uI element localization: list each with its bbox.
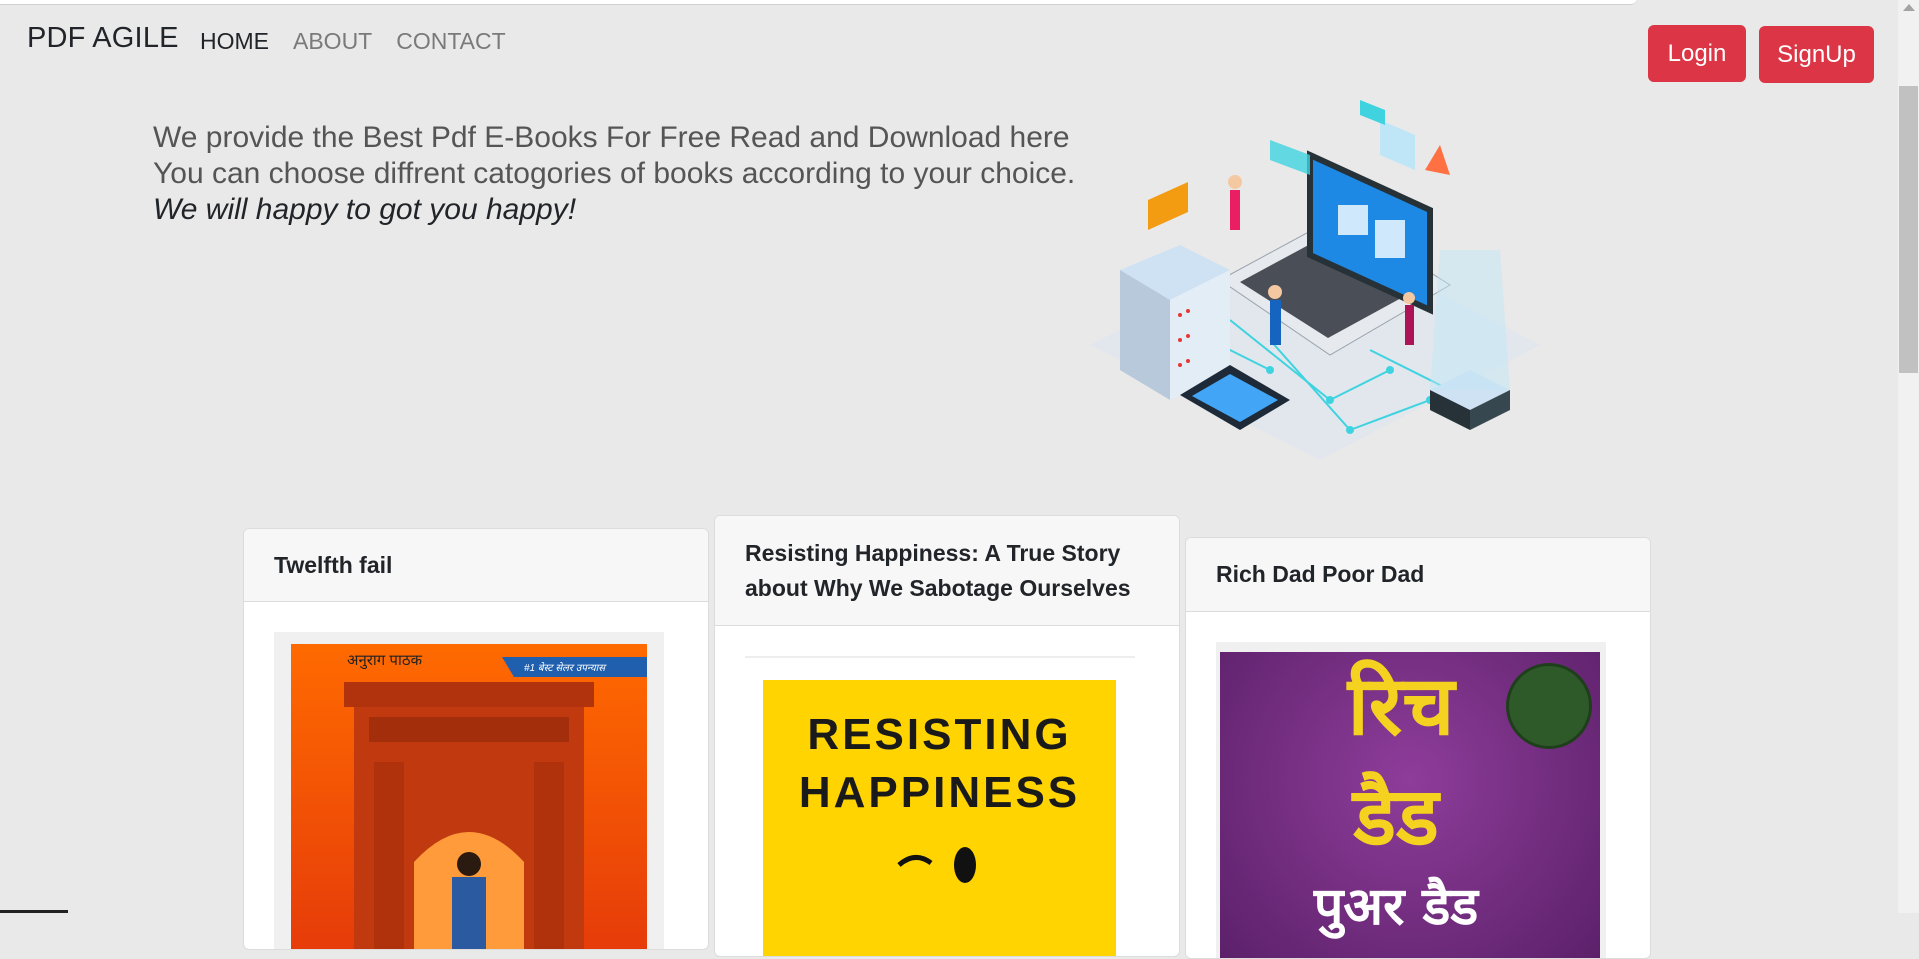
cover-line-3: पुअर डैड — [1313, 877, 1479, 937]
book-title: Resisting Happiness: A True Story about … — [715, 516, 1179, 626]
navbar: PDF AGILE HOME ABOUT CONTACT Login SignU… — [0, 0, 1898, 90]
hero-tagline: We will happy to got you happy! — [153, 193, 577, 226]
nav-about[interactable]: ABOUT — [293, 28, 372, 55]
award-seal-icon — [1509, 666, 1589, 746]
hero-illustration — [1070, 100, 1560, 500]
book-cover-image[interactable]: अनुराग पाठक #1 बेस्ट सेलर उपन्यास — [274, 632, 664, 949]
scroll-up-arrow-icon[interactable] — [1903, 4, 1915, 11]
smile-face-icon — [897, 847, 976, 883]
cover-line-1: RESISTING — [807, 710, 1072, 759]
cover-line-2: डैड — [1353, 770, 1439, 863]
hero-text: We provide the Best Pdf E-Books For Free… — [153, 120, 1076, 228]
cover-line-1: रिच — [1347, 659, 1455, 754]
book-title: Twelfth fail — [244, 529, 708, 602]
signup-button[interactable]: SignUp — [1759, 26, 1874, 83]
book-card-twelfth-fail[interactable]: Twelfth fail अनुराग पाठक #1 बेस्ट सेलर उ… — [243, 528, 709, 950]
login-button[interactable]: Login — [1648, 25, 1746, 82]
book-cover-image[interactable]: रिच डैड पुअर डैड — [1216, 642, 1606, 958]
cover-line-2: HAPPINESS — [798, 768, 1081, 817]
scrollbar-thumb[interactable] — [1899, 86, 1918, 373]
hero-line-1: We provide the Best Pdf E-Books For Free… — [153, 121, 1070, 154]
cover-author: अनुराग पाठक — [347, 652, 423, 669]
nav-contact[interactable]: CONTACT — [396, 28, 505, 55]
book-title: Rich Dad Poor Dad — [1186, 538, 1650, 612]
nav-links: HOME ABOUT CONTACT — [200, 28, 506, 55]
book-card-rich-dad-poor-dad[interactable]: Rich Dad Poor Dad रिच डैड पुअर डैड — [1185, 537, 1651, 959]
cover-badge: #1 बेस्ट सेलर उपन्यास — [524, 663, 605, 674]
hero-line-2: You can choose diffrent catogories of bo… — [153, 157, 1076, 190]
brand-logo[interactable]: PDF AGILE — [27, 22, 179, 55]
nav-home[interactable]: HOME — [200, 28, 269, 55]
book-cover-image[interactable]: RESISTING HAPPINESS — [745, 656, 1135, 956]
book-card-resisting-happiness[interactable]: Resisting Happiness: A True Story about … — [714, 515, 1180, 957]
